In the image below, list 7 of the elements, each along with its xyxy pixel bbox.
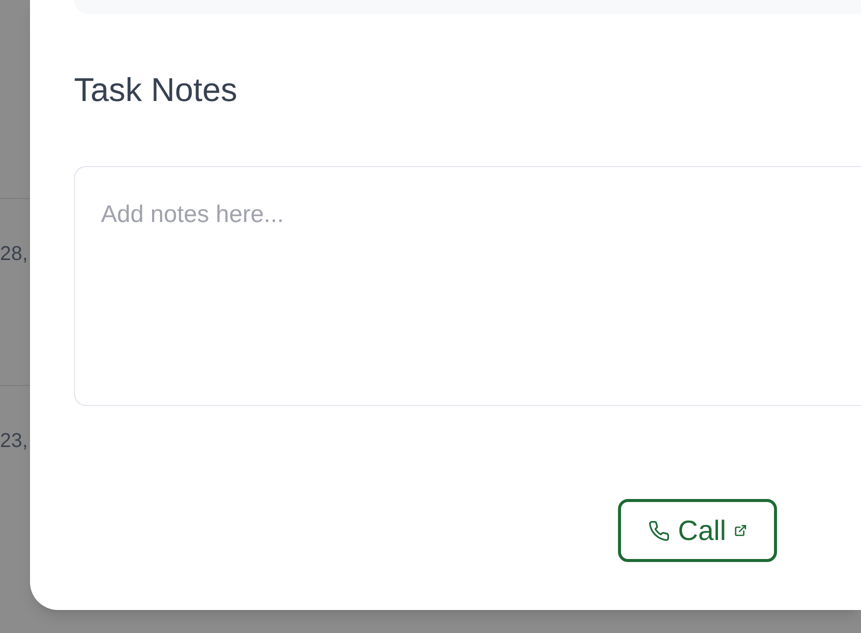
table-cell: 23, xyxy=(0,430,28,452)
phone-icon xyxy=(648,520,670,542)
table-cell: 28, xyxy=(0,243,28,265)
external-link-icon xyxy=(734,524,748,537)
notes-field[interactable]: Add notes here... xyxy=(74,166,861,406)
call-button[interactable]: Call xyxy=(618,499,777,562)
section-title: Task Notes xyxy=(74,70,238,110)
